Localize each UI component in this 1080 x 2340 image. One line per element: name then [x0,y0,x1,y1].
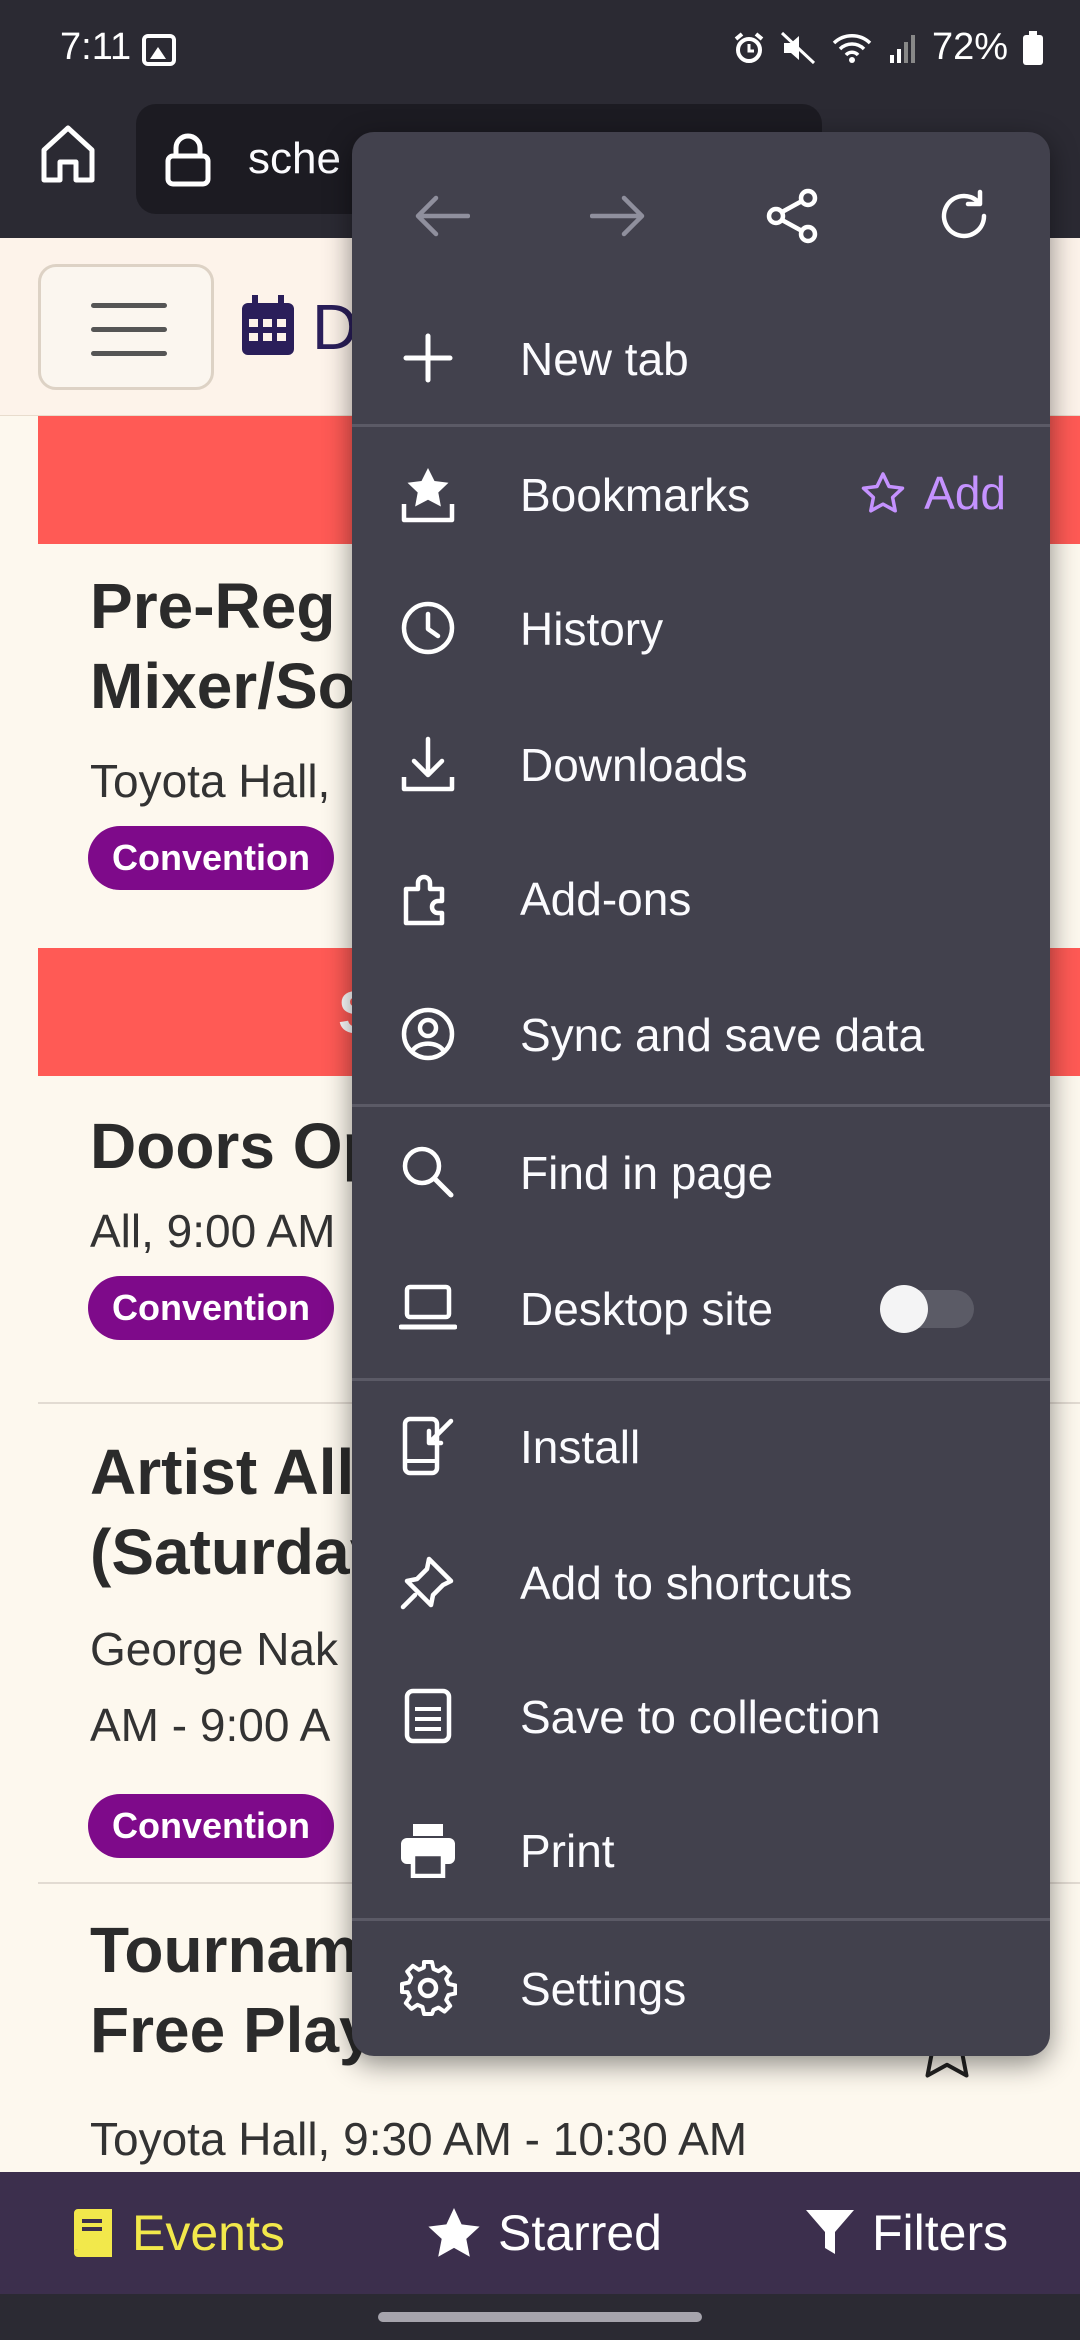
gear-icon [398,1958,458,2018]
search-icon [398,1142,458,1202]
reload-icon [941,189,987,239]
battery-percent: 72% [931,26,1008,68]
wifi-icon [832,33,872,63]
status-icons: 72% [732,26,1044,69]
pin-icon [398,1552,458,1612]
menu-item-add-ons[interactable]: Add-ons [352,832,1050,966]
event-meta: Toyota Hall, [90,755,331,807]
menu-item-downloads[interactable]: Downloads [352,698,1050,832]
category-tag: Convention [88,826,334,890]
system-nav-bar [0,2294,1080,2340]
add-bookmark-button[interactable]: Add [860,466,1006,520]
status-time: 7:11 [60,26,132,68]
collection-icon [398,1686,458,1746]
menu-item-label: Add-ons [520,873,692,925]
bottom-tab-bar: Events Starred Filters [0,2172,1080,2294]
mute-icon [780,31,815,64]
clock-icon [398,598,458,658]
menu-item-desktop-site[interactable]: Desktop site [352,1242,1050,1376]
reload-button[interactable] [924,176,1004,256]
menu-item-save-to-collection[interactable]: Save to collection [352,1650,1050,1784]
menu-item-label: Settings [520,1963,687,2015]
browser-overflow-menu: New tab Bookmarks Add History Downloads … [352,132,1050,2056]
menu-item-settings[interactable]: Settings [352,1922,1050,2056]
share-button[interactable] [752,176,832,256]
forward-arrow-icon [590,195,645,237]
calendar-icon [242,295,294,355]
filter-icon [806,2210,854,2254]
menu-item-install[interactable]: Install [352,1380,1050,1514]
puzzle-icon [398,868,458,928]
event-title: Free Play [90,1994,375,2066]
tab-events[interactable]: Events [70,2172,285,2294]
menu-item-bookmarks[interactable]: Bookmarks Add [352,428,1050,562]
account-icon [398,1004,458,1064]
event-title: Doors Op [90,1110,382,1182]
event-title: Tournam [90,1914,360,1986]
menu-nav-row [352,132,1050,292]
menu-separator [352,424,1050,427]
tab-starred-label: Starred [498,2205,662,2261]
menu-item-label: New tab [520,333,689,385]
star-outline-icon [861,472,905,513]
lock-icon [165,133,211,187]
event-title: Mixer/So [90,650,357,722]
battery-icon [1023,30,1043,65]
plus-icon [398,328,458,388]
menu-item-label: Bookmarks [520,469,751,521]
menu-item-new-tab[interactable]: New tab [352,292,1050,426]
menu-item-print[interactable]: Print [352,1784,1050,1918]
event-title: Artist All [90,1436,355,1508]
gallery-icon [142,34,176,66]
menu-item-sync[interactable]: Sync and save data [352,968,1050,1102]
book-icon [74,2209,112,2257]
share-icon [766,188,818,244]
menu-item-find-in-page[interactable]: Find in page [352,1106,1050,1240]
bookmarks-icon [398,464,458,524]
menu-separator [352,1918,1050,1921]
menu-item-label: Desktop site [520,1283,774,1335]
event-meta: AM - 9:00 A [90,1699,331,1751]
signal-icon [889,34,915,63]
back-arrow-icon [415,195,470,237]
forward-button[interactable] [578,176,658,256]
menu-item-label: Sync and save data [520,1009,925,1061]
alarm-icon [734,31,764,63]
url-text: sche [248,134,341,183]
menu-item-label: History [520,603,664,655]
event-meta: All, 9:00 AM [90,1205,336,1257]
menu-item-add-to-shortcuts[interactable]: Add to shortcuts [352,1516,1050,1650]
home-icon [41,125,95,183]
menu-item-label: Install [520,1421,641,1473]
event-title: (Saturday [90,1516,386,1588]
menu-item-history[interactable]: History [352,562,1050,696]
menu-item-label: Print [520,1825,615,1877]
tab-starred[interactable]: Starred [426,2172,662,2294]
event-meta: George Nak [90,1623,339,1675]
hamburger-menu-button[interactable] [38,264,214,390]
home-button[interactable] [38,122,98,192]
menu-item-label: Add to shortcuts [520,1557,853,1609]
install-icon [398,1416,458,1476]
menu-item-label: Downloads [520,739,748,791]
category-tag: Convention [88,1794,334,1858]
star-icon [428,2208,480,2257]
menu-item-label: Find in page [520,1147,774,1199]
tab-filters[interactable]: Filters [804,2172,1008,2294]
download-icon [398,734,458,794]
back-button[interactable] [402,176,482,256]
event-meta: Toyota Hall, 9:30 AM - 10:30 AM [90,2113,748,2165]
category-tag: Convention [88,1276,334,1340]
status-bar: 7:11 72% [0,0,1080,100]
tab-events-label: Events [132,2205,285,2261]
tab-filters-label: Filters [872,2205,1009,2261]
toggle-knob [880,1285,928,1333]
event-title: Pre-Reg [90,570,336,642]
laptop-icon [398,1278,458,1338]
printer-icon [398,1820,458,1880]
add-bookmark-label: Add [924,467,1006,519]
home-gesture-handle[interactable] [378,2312,702,2322]
menu-item-label: Save to collection [520,1691,881,1743]
desktop-site-toggle[interactable] [880,1285,974,1333]
